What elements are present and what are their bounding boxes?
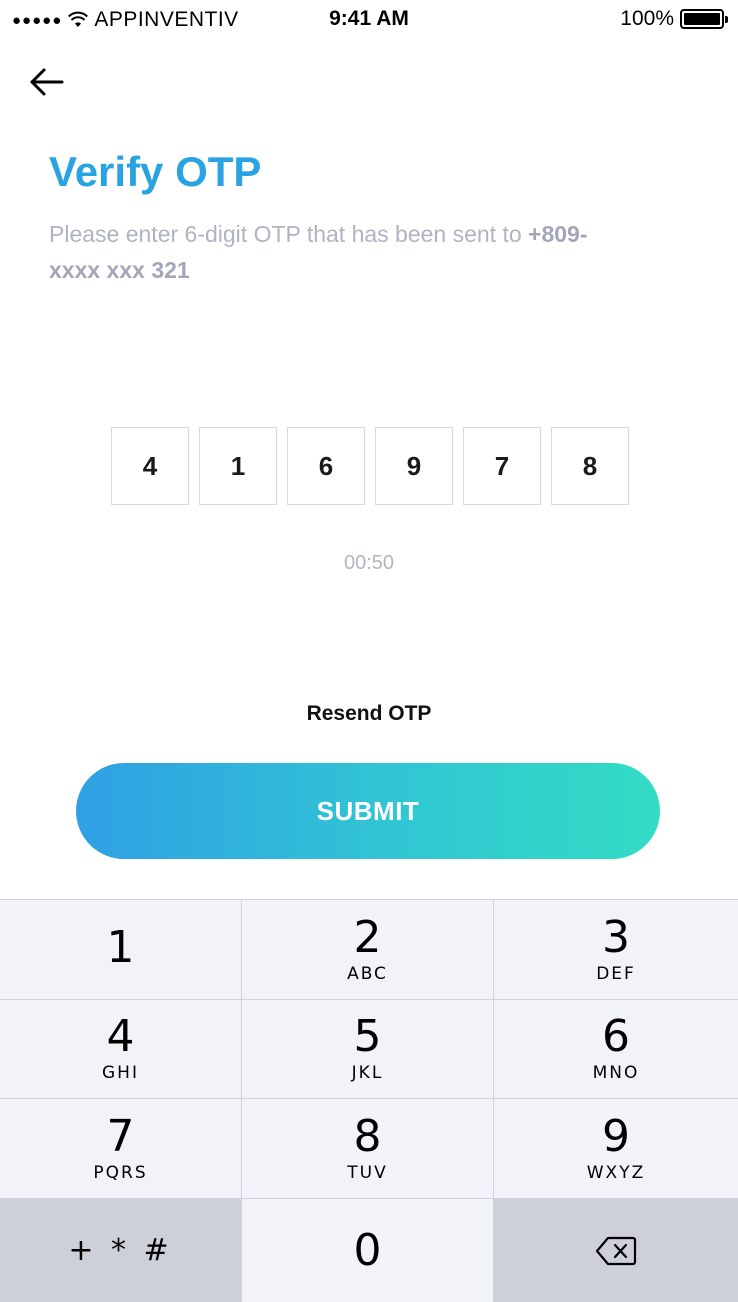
subtitle-text: Please enter 6-digit OTP that has been s… <box>49 221 522 247</box>
key-digit: 8 <box>353 1110 382 1162</box>
resend-otp-link[interactable]: Resend OTP <box>0 702 738 726</box>
keypad-key-0[interactable]: 0 <box>242 1199 493 1302</box>
key-letters: GHI <box>102 1063 139 1083</box>
battery-icon <box>680 9 728 29</box>
otp-digit-3[interactable]: 6 <box>287 427 365 505</box>
keypad-key-symbols[interactable]: + * # <box>0 1199 241 1302</box>
numeric-keypad: 1 2 ABC 3 DEF 4 GHI 5 JKL 6 MNO 7 PQRS 8… <box>0 899 738 1302</box>
status-right: 100% <box>620 7 728 31</box>
otp-input-group: 4 1 6 9 7 8 <box>111 427 629 505</box>
submit-button[interactable]: SUBMIT <box>76 763 660 859</box>
keypad-key-3[interactable]: 3 DEF <box>494 900 738 999</box>
keypad-key-6[interactable]: 6 MNO <box>494 1000 738 1098</box>
key-letters: WXYZ <box>586 1162 646 1183</box>
key-digit: 9 <box>602 1110 630 1162</box>
symbols-label: + * # <box>68 1233 173 1268</box>
key-digit: 1 <box>106 921 135 973</box>
keypad-key-5[interactable]: 5 JKL <box>242 1000 493 1098</box>
otp-digit-6[interactable]: 8 <box>551 427 629 505</box>
battery-fill <box>684 13 720 25</box>
key-letters: JKL <box>351 1063 384 1083</box>
arrow-left-icon <box>30 68 64 96</box>
key-letters: PQRS <box>93 1162 148 1183</box>
key-digit: 3 <box>602 911 630 963</box>
key-letters: DEF <box>596 963 636 984</box>
back-button[interactable] <box>26 62 70 102</box>
countdown-timer: 00:50 <box>343 552 395 574</box>
keypad-key-2[interactable]: 2 ABC <box>242 900 493 999</box>
otp-instructions: Please enter 6-digit OTP that has been s… <box>49 216 609 288</box>
battery-tip <box>725 16 728 23</box>
key-digit: 2 <box>353 911 382 963</box>
key-letters: ABC <box>347 963 388 984</box>
otp-digit-1[interactable]: 4 <box>111 427 189 505</box>
otp-digit-4[interactable]: 9 <box>375 427 453 505</box>
keypad-key-1[interactable]: 1 <box>0 900 241 999</box>
key-letters: MNO <box>592 1063 640 1083</box>
otp-digit-5[interactable]: 7 <box>463 427 541 505</box>
keypad-key-8[interactable]: 8 TUV <box>242 1099 493 1198</box>
page-title: Verify OTP <box>49 148 262 195</box>
status-bar: ●●●●● APPINVENTIV 9:41 AM 100% <box>0 0 738 40</box>
key-letters: TUV <box>347 1162 388 1183</box>
backspace-icon <box>595 1236 637 1265</box>
key-digit: 4 <box>106 1011 135 1062</box>
keypad-key-4[interactable]: 4 GHI <box>0 1000 241 1098</box>
otp-digit-2[interactable]: 1 <box>199 427 277 505</box>
battery-percent: 100% <box>620 7 674 30</box>
key-digit: 6 <box>602 1011 630 1062</box>
keypad-key-7[interactable]: 7 PQRS <box>0 1099 241 1198</box>
key-digit: 5 <box>353 1011 382 1062</box>
keypad-key-9[interactable]: 9 WXYZ <box>494 1099 738 1198</box>
key-digit: 7 <box>106 1110 135 1162</box>
submit-button-label: SUBMIT <box>316 795 420 826</box>
keypad-delete-button[interactable] <box>494 1199 738 1302</box>
key-digit: 0 <box>353 1224 382 1276</box>
